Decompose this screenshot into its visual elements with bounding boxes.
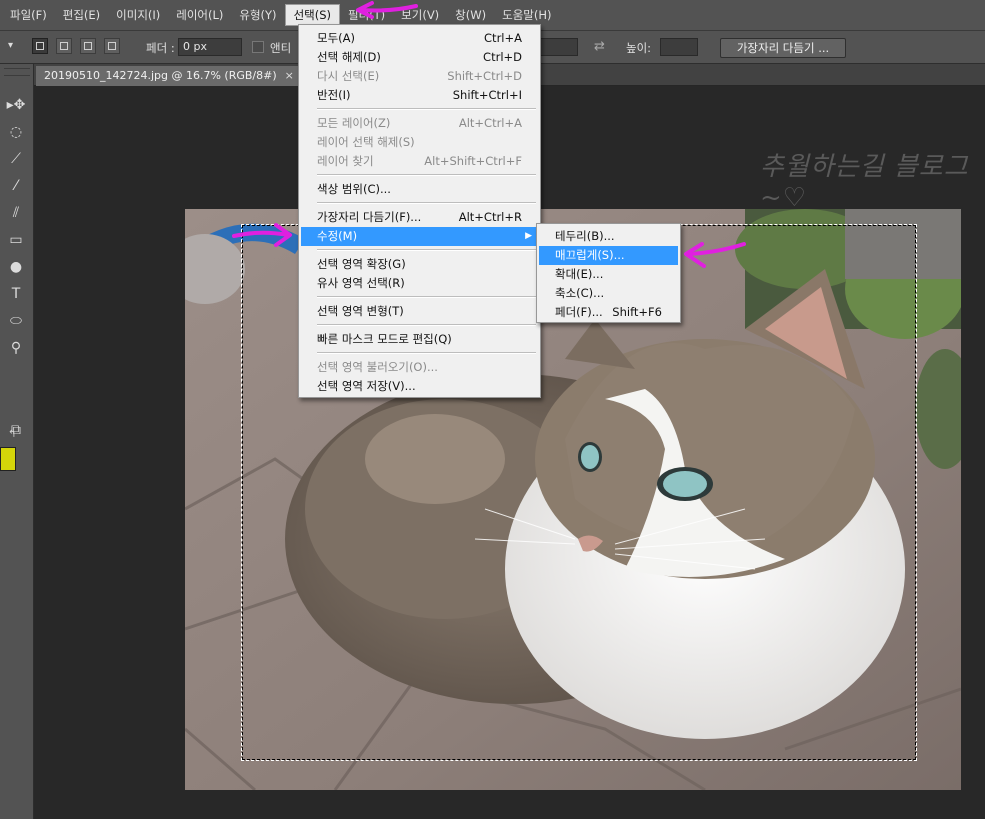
- add-selection-button[interactable]: [56, 38, 72, 54]
- history-brush-tool-icon[interactable]: ⫽: [5, 202, 27, 224]
- submenu-item-feather[interactable]: 페더(F)... Shift+F6: [539, 303, 678, 322]
- annotation-arrow-icon: [684, 242, 746, 268]
- add-square-icon: [60, 42, 68, 50]
- subtract-square-icon: [84, 42, 92, 50]
- menu-separator: [317, 108, 536, 110]
- zoom-tool-icon[interactable]: ⚲: [5, 337, 27, 359]
- antialias-checkbox[interactable]: [252, 41, 264, 53]
- menu-item-modify[interactable]: 수정(M) ▶: [301, 227, 538, 246]
- panel-grip[interactable]: [4, 68, 30, 76]
- menu-item-save-selection[interactable]: 선택 영역 저장(V)...: [301, 377, 538, 396]
- menu-select[interactable]: 선택(S): [284, 4, 340, 26]
- foreground-color-swatch[interactable]: [0, 447, 16, 471]
- menu-item-similar[interactable]: 유사 영역 선택(R): [301, 274, 538, 293]
- tool-preset-dropdown-icon[interactable]: ▾: [8, 40, 22, 54]
- close-tab-icon[interactable]: ×: [285, 69, 294, 82]
- menu-item-refine-edge[interactable]: 가장자리 다듬기(F)... Alt+Ctrl+R: [301, 208, 538, 227]
- menu-separator: [317, 202, 536, 204]
- select-menu-dropdown: 모두(A) Ctrl+A 선택 해제(D) Ctrl+D 다시 선택(E) Shift…: [298, 24, 541, 398]
- lasso-tool-icon[interactable]: ◌: [5, 121, 27, 143]
- type-tool-icon[interactable]: T: [5, 283, 27, 305]
- document-tab-title: 20190510_142724.jpg @ 16.7% (RGB/8#): [44, 69, 277, 82]
- menu-item-all-layers[interactable]: 모든 레이어(Z) Alt+Ctrl+A: [301, 114, 538, 133]
- menu-item-transform-selection[interactable]: 선택 영역 변형(T): [301, 302, 538, 321]
- menu-item-find-layers[interactable]: 레이어 찾기 Alt+Shift+Ctrl+F: [301, 152, 538, 171]
- menu-item-all[interactable]: 모두(A) Ctrl+A: [301, 29, 538, 48]
- swap-icon[interactable]: ⇄: [594, 39, 605, 54]
- menu-file[interactable]: 파일(F): [2, 4, 55, 26]
- menu-item-deselect[interactable]: 선택 해제(D) Ctrl+D: [301, 48, 538, 67]
- annotation-arrow-icon: [356, 1, 418, 19]
- submenu-item-expand[interactable]: 확대(E)...: [539, 265, 678, 284]
- annotation-arrow-icon: [232, 223, 292, 247]
- width-input[interactable]: [540, 38, 578, 56]
- menu-layer[interactable]: 레이어(L): [168, 4, 231, 26]
- menu-item-quick-mask[interactable]: 빠른 마스크 모드로 편집(Q): [301, 330, 538, 349]
- gradient-tool-icon[interactable]: ▭: [5, 229, 27, 251]
- menu-separator: [317, 352, 536, 354]
- menu-item-inverse[interactable]: 반전(I) Shift+Ctrl+I: [301, 86, 538, 105]
- menu-type[interactable]: 유형(Y): [231, 4, 284, 26]
- menu-help[interactable]: 도움말(H): [494, 4, 559, 26]
- submenu-arrow-icon: ▶: [525, 231, 532, 241]
- refine-edge-button[interactable]: 가장자리 다듬기 ...: [720, 38, 846, 58]
- eyedropper-tool-icon[interactable]: ⟋: [5, 148, 27, 170]
- feather-label: 페더 :: [146, 41, 175, 55]
- intersect-square-icon: [108, 42, 116, 50]
- submenu-item-smooth[interactable]: 매끄럽게(S)...: [539, 246, 678, 265]
- menu-separator: [317, 174, 536, 176]
- move-tool-icon[interactable]: ▸✥: [5, 94, 27, 116]
- antialias-label: 앤티: [270, 41, 292, 55]
- modify-submenu: 테두리(B)... 매끄럽게(S)... 확대(E)... 축소(C)... 페…: [536, 223, 681, 323]
- menu-item-deselect-layers[interactable]: 레이어 선택 해제(S): [301, 133, 538, 152]
- menu-edit[interactable]: 편집(E): [55, 4, 108, 26]
- submenu-item-border[interactable]: 테두리(B)...: [539, 227, 678, 246]
- square-icon: [36, 42, 44, 50]
- document-tab[interactable]: 20190510_142724.jpg @ 16.7% (RGB/8#) ×: [36, 66, 302, 86]
- menu-separator: [317, 324, 536, 326]
- brush-tool-icon[interactable]: ⁄: [5, 175, 27, 197]
- feather-input[interactable]: 0 px: [178, 38, 242, 56]
- menu-item-grow[interactable]: 선택 영역 확장(G): [301, 255, 538, 274]
- menu-item-reselect[interactable]: 다시 선택(E) Shift+Ctrl+D: [301, 67, 538, 86]
- menu-image[interactable]: 이미지(I): [108, 4, 168, 26]
- menu-item-load-selection[interactable]: 선택 영역 불러오기(O)...: [301, 358, 538, 377]
- menu-item-color-range[interactable]: 색상 범위(C)...: [301, 180, 538, 199]
- menu-separator: [317, 296, 536, 298]
- new-selection-button[interactable]: [32, 38, 48, 54]
- menu-separator: [317, 249, 536, 251]
- menu-window[interactable]: 창(W): [447, 4, 494, 26]
- dodge-tool-icon[interactable]: ●: [5, 256, 27, 278]
- subtract-selection-button[interactable]: [80, 38, 96, 54]
- height-label: 높이:: [626, 41, 652, 55]
- intersect-selection-button[interactable]: [104, 38, 120, 54]
- height-input[interactable]: [660, 38, 698, 56]
- submenu-item-contract[interactable]: 축소(C)...: [539, 284, 678, 303]
- screen-mode-icon[interactable]: ⧉: [5, 419, 27, 441]
- tools-panel: ▸✥ ◌ ⟋ ⁄ ⫽ ▭ ● T ⬭ ⚲ ↰ ⧉: [0, 64, 34, 819]
- ellipse-tool-icon[interactable]: ⬭: [5, 310, 27, 332]
- blog-watermark: 추월하는길 블로그~♡: [760, 152, 969, 213]
